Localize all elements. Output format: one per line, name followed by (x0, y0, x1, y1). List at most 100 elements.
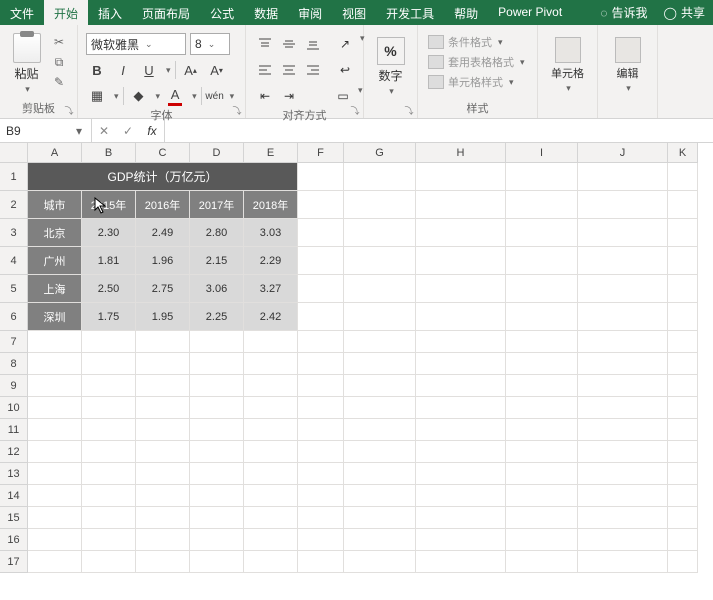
cell-I6[interactable] (506, 303, 578, 331)
tab-home[interactable]: 开始 (44, 0, 88, 25)
borders-button[interactable]: ▦ (86, 85, 108, 107)
cells-button[interactable]: 单元格 ▾ (546, 37, 589, 94)
col-header-E[interactable]: E (244, 143, 298, 163)
row-header-14[interactable]: 14 (0, 485, 28, 507)
cell-D2[interactable]: 2017年 (190, 191, 244, 219)
cell-K9[interactable] (668, 375, 698, 397)
cell-A11[interactable] (28, 419, 82, 441)
row-header-5[interactable]: 5 (0, 275, 28, 303)
cell-E7[interactable] (244, 331, 298, 353)
align-left-button[interactable] (254, 59, 276, 81)
col-header-C[interactable]: C (136, 143, 190, 163)
cell-H5[interactable] (416, 275, 506, 303)
cell-A10[interactable] (28, 397, 82, 419)
font-color-button[interactable]: A (164, 85, 186, 107)
cell-F3[interactable] (298, 219, 344, 247)
cell-E4[interactable]: 2.29 (244, 247, 298, 275)
cell-E17[interactable] (244, 551, 298, 573)
cell-H14[interactable] (416, 485, 506, 507)
cell-G13[interactable] (344, 463, 416, 485)
cell-A4[interactable]: 广州 (28, 247, 82, 275)
cell-B4[interactable]: 1.81 (82, 247, 136, 275)
cell-J7[interactable] (578, 331, 668, 353)
cell-D13[interactable] (190, 463, 244, 485)
cell-C10[interactable] (136, 397, 190, 419)
row-header-15[interactable]: 15 (0, 507, 28, 529)
cell-C14[interactable] (136, 485, 190, 507)
align-center-button[interactable] (278, 59, 300, 81)
cell-B9[interactable] (82, 375, 136, 397)
cell-A13[interactable] (28, 463, 82, 485)
cell-I8[interactable] (506, 353, 578, 375)
cell-C7[interactable] (136, 331, 190, 353)
alignment-launcher[interactable]: ⤵ (349, 104, 361, 116)
cell-F8[interactable] (298, 353, 344, 375)
cell-H12[interactable] (416, 441, 506, 463)
row-header-2[interactable]: 2 (0, 191, 28, 219)
row-header-8[interactable]: 8 (0, 353, 28, 375)
number-format-button[interactable]: % 数字 ▾ (372, 37, 409, 97)
cell-H15[interactable] (416, 507, 506, 529)
cell-F15[interactable] (298, 507, 344, 529)
cell-D5[interactable]: 3.06 (190, 275, 244, 303)
shrink-font-button[interactable]: A▾ (206, 59, 228, 81)
cell-G10[interactable] (344, 397, 416, 419)
cell-F6[interactable] (298, 303, 344, 331)
cell-I4[interactable] (506, 247, 578, 275)
cell-F16[interactable] (298, 529, 344, 551)
cell-G9[interactable] (344, 375, 416, 397)
spreadsheet-grid[interactable]: ABCDEFGHIJK 1234567891011121314151617 GD… (0, 143, 713, 600)
cell-E12[interactable] (244, 441, 298, 463)
cell-J12[interactable] (578, 441, 668, 463)
cell-C8[interactable] (136, 353, 190, 375)
cell-J13[interactable] (578, 463, 668, 485)
cell-C11[interactable] (136, 419, 190, 441)
cell-F2[interactable] (298, 191, 344, 219)
grow-font-button[interactable]: A▴ (180, 59, 202, 81)
cell-G12[interactable] (344, 441, 416, 463)
share-button[interactable]: ◯ 共享 (656, 4, 713, 21)
cell-G7[interactable] (344, 331, 416, 353)
font-name-select[interactable]: 微软雅黑 ⌄ (86, 33, 186, 55)
cell-G2[interactable] (344, 191, 416, 219)
col-header-H[interactable]: H (416, 143, 506, 163)
cell-B15[interactable] (82, 507, 136, 529)
cell-K13[interactable] (668, 463, 698, 485)
cell-C4[interactable]: 1.96 (136, 247, 190, 275)
cell-E2[interactable]: 2018年 (244, 191, 298, 219)
cell-J4[interactable] (578, 247, 668, 275)
cell-A1[interactable]: GDP统计（万亿元） (28, 163, 298, 191)
orientation-button[interactable]: ↗ (334, 33, 356, 55)
cell-A7[interactable] (28, 331, 82, 353)
cell-D17[interactable] (190, 551, 244, 573)
cell-K8[interactable] (668, 353, 698, 375)
cell-E11[interactable] (244, 419, 298, 441)
cell-F10[interactable] (298, 397, 344, 419)
cell-C15[interactable] (136, 507, 190, 529)
cell-styles-button[interactable]: 单元格样式▾ (426, 73, 516, 91)
cell-B11[interactable] (82, 419, 136, 441)
cell-F7[interactable] (298, 331, 344, 353)
cell-D6[interactable]: 2.25 (190, 303, 244, 331)
enter-formula-button[interactable]: ✓ (116, 124, 140, 138)
cell-C2[interactable]: 2016年 (136, 191, 190, 219)
cell-G8[interactable] (344, 353, 416, 375)
cell-B14[interactable] (82, 485, 136, 507)
row-header-12[interactable]: 12 (0, 441, 28, 463)
cancel-formula-button[interactable]: ✕ (92, 124, 116, 138)
cell-A9[interactable] (28, 375, 82, 397)
cell-A8[interactable] (28, 353, 82, 375)
cell-H4[interactable] (416, 247, 506, 275)
cell-B2[interactable]: 2015年 (82, 191, 136, 219)
cell-E3[interactable]: 3.03 (244, 219, 298, 247)
cell-H16[interactable] (416, 529, 506, 551)
cell-J15[interactable] (578, 507, 668, 529)
increase-indent-button[interactable]: ⇥ (278, 85, 300, 107)
tab-page-layout[interactable]: 页面布局 (132, 0, 200, 25)
cell-D4[interactable]: 2.15 (190, 247, 244, 275)
cell-E13[interactable] (244, 463, 298, 485)
cell-F9[interactable] (298, 375, 344, 397)
cell-H9[interactable] (416, 375, 506, 397)
cell-G16[interactable] (344, 529, 416, 551)
cell-H11[interactable] (416, 419, 506, 441)
